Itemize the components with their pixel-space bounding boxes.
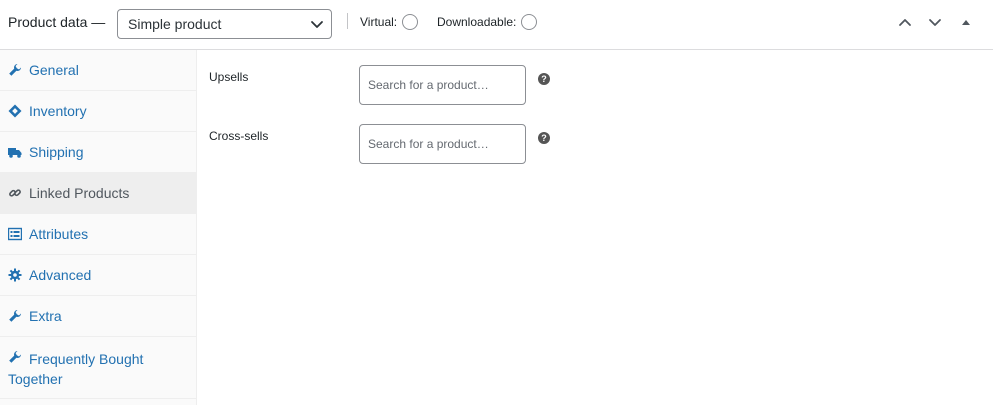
- tab-label: General: [29, 62, 79, 78]
- wrench-icon: [8, 63, 22, 77]
- upsells-search-input[interactable]: [359, 65, 526, 105]
- wrench-icon: [8, 309, 22, 323]
- tab-extra[interactable]: Extra: [0, 296, 196, 337]
- chevron-up-icon: [899, 19, 911, 26]
- tab-label: Inventory: [29, 103, 87, 119]
- product-data-header: Product data — Simple product Virtual: D…: [0, 0, 993, 50]
- tab-label: Extra: [29, 308, 62, 324]
- tab-label: Linked Products: [29, 185, 130, 201]
- triangle-up-icon: [962, 20, 970, 25]
- product-type-select[interactable]: Simple product: [117, 9, 332, 39]
- tab-frequently-bought-together[interactable]: Frequently Bought Together: [0, 337, 196, 399]
- product-type-value: Simple product: [128, 16, 222, 32]
- cross-sells-search-input[interactable]: [359, 124, 526, 164]
- downloadable-toggle[interactable]: [521, 14, 537, 30]
- upsells-label: Upsells: [209, 70, 249, 84]
- linked-products-panel: Upsells ? Cross-sells ?: [197, 50, 993, 405]
- help-icon[interactable]: ?: [538, 131, 550, 144]
- cross-sells-label: Cross-sells: [209, 129, 269, 143]
- svg-text:?: ?: [541, 74, 547, 84]
- tab-label: Frequently Bought Together: [8, 351, 144, 387]
- move-up-button[interactable]: [895, 12, 915, 32]
- virtual-label: Virtual:: [360, 15, 398, 29]
- gear-icon: [8, 268, 22, 282]
- tab-inventory[interactable]: Inventory: [0, 91, 196, 132]
- help-icon[interactable]: ?: [538, 72, 550, 85]
- tab-attributes[interactable]: Attributes: [0, 214, 196, 255]
- chevron-down-icon: [929, 19, 941, 26]
- tag-icon: [8, 104, 22, 118]
- product-data-tabs: General Inventory Shipping Linked Produc…: [0, 50, 197, 405]
- chevron-down-icon: [309, 16, 325, 32]
- tab-label: Attributes: [29, 226, 89, 242]
- svg-text:?: ?: [541, 133, 547, 143]
- tab-general[interactable]: General: [0, 50, 196, 91]
- virtual-toggle[interactable]: [402, 14, 418, 30]
- tab-label: Advanced: [29, 267, 92, 283]
- tab-shipping[interactable]: Shipping: [0, 132, 196, 173]
- toggle-panel-button[interactable]: [956, 12, 976, 32]
- truck-icon: [8, 145, 22, 159]
- tab-advanced[interactable]: Advanced: [0, 255, 196, 296]
- move-down-button[interactable]: [925, 12, 945, 32]
- tab-linked-products[interactable]: Linked Products: [0, 173, 196, 214]
- list-icon: [7, 227, 23, 241]
- tab-label: Shipping: [29, 144, 84, 160]
- downloadable-label: Downloadable:: [437, 15, 517, 29]
- link-icon: [8, 186, 22, 200]
- header-divider: [347, 13, 348, 29]
- product-data-title: Product data —: [8, 14, 106, 30]
